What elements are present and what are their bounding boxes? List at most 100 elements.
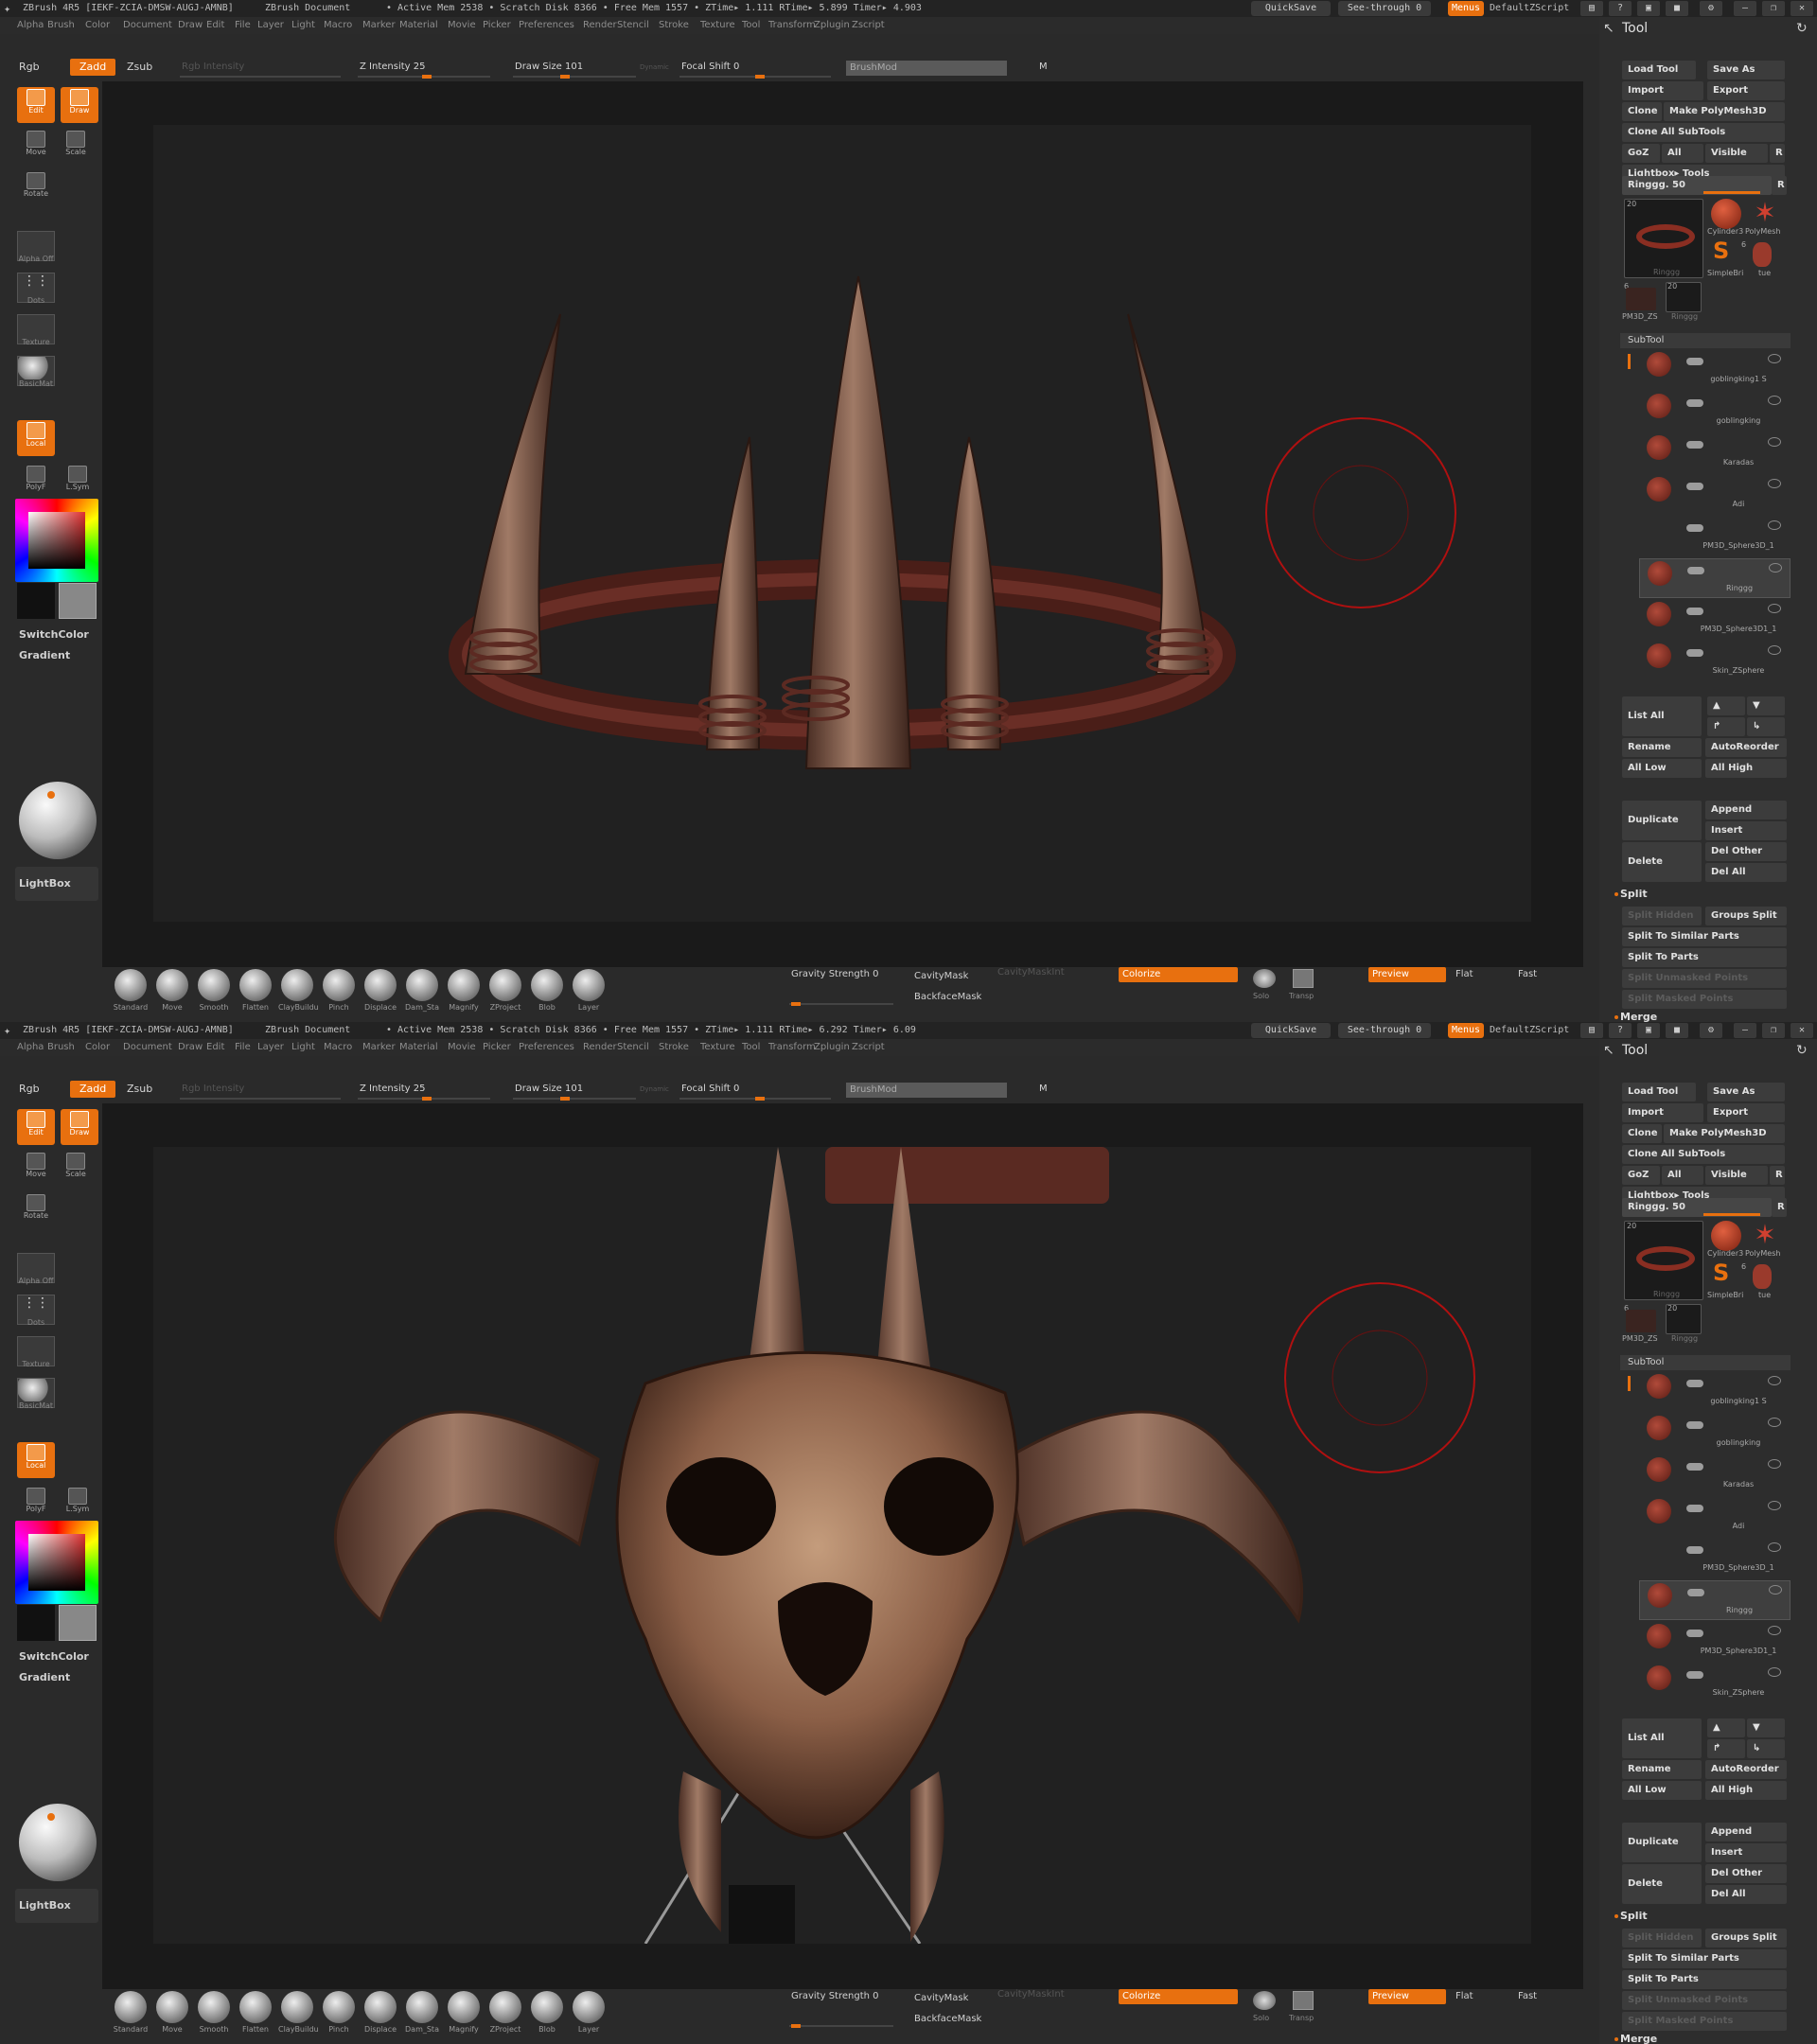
menus-toggle[interactable]: Menus (1448, 1, 1484, 16)
texture-picker[interactable]: Texture (17, 314, 55, 346)
transp-icon[interactable] (1293, 1991, 1314, 2010)
rotate-button[interactable]: Rotate (17, 170, 55, 206)
move-button[interactable]: Move (17, 1151, 55, 1187)
brush-blob[interactable]: Blob (528, 1989, 566, 2038)
backfacemask-button[interactable]: BackfaceMask (914, 2014, 981, 2024)
brush-standard[interactable]: Standard (112, 1989, 150, 2038)
menu-preferences[interactable]: Preferences (519, 17, 574, 34)
duplicate-button[interactable]: Duplicate (1622, 1823, 1702, 1862)
brush-magnify[interactable]: Magnify (445, 967, 483, 1016)
all-button[interactable]: All (1662, 144, 1703, 163)
eye-icon[interactable] (1768, 1626, 1781, 1635)
subtool-visibility-toggle[interactable] (1686, 524, 1703, 532)
layout-icon[interactable]: ▤ (1580, 1, 1603, 16)
move-to-bottom-icon[interactable]: ↳ (1747, 1739, 1785, 1758)
gravity-strength-slider[interactable]: Gravity Strength 0 (791, 969, 879, 979)
texture-picker[interactable]: Texture (17, 1336, 55, 1368)
autoreorder-button[interactable]: AutoReorder (1705, 738, 1787, 757)
brush-flatten[interactable]: Flatten (237, 1989, 274, 2038)
menu-edit[interactable]: Edit (206, 1039, 224, 1056)
subtool-visibility-toggle[interactable] (1687, 567, 1704, 574)
menu-transform[interactable]: Transform (768, 17, 816, 34)
subtool-visibility-toggle[interactable] (1687, 1589, 1704, 1596)
brush-layer[interactable]: Layer (570, 967, 608, 1016)
subtool-item[interactable]: Karadas (1639, 1455, 1791, 1495)
save-as-button[interactable]: Save As (1707, 1083, 1785, 1101)
zadd-button[interactable]: Zadd (70, 1081, 116, 1098)
menu-light[interactable]: Light (291, 1039, 315, 1056)
material-picker[interactable]: BasicMat (17, 356, 55, 388)
eye-icon[interactable] (1768, 645, 1781, 655)
secondary-color-swatch[interactable] (17, 1605, 55, 1641)
draw-button[interactable]: Draw (61, 87, 98, 123)
all-high-button[interactable]: All High (1705, 1781, 1787, 1800)
brush-move[interactable]: Move (153, 967, 191, 1016)
brush-zproject[interactable]: ZProject (486, 967, 524, 1016)
goz-button[interactable]: GoZ (1622, 144, 1660, 163)
polyframe-button[interactable]: PolyF (17, 464, 55, 500)
eye-icon[interactable] (1768, 1542, 1781, 1552)
color-picker[interactable] (15, 1521, 98, 1604)
subtool-item[interactable]: PM3D_Sphere3D_1 (1639, 517, 1791, 556)
lsym-button[interactable]: L.Sym (59, 464, 97, 500)
colorize-button[interactable]: Colorize (1119, 967, 1238, 982)
gradient-button[interactable]: Gradient (19, 649, 70, 661)
brush-standard[interactable]: Standard (112, 967, 150, 1016)
menu-render[interactable]: Render (583, 17, 617, 34)
split-unmasked-points-button[interactable]: Split Unmasked Points (1622, 969, 1787, 988)
scale-button[interactable]: Scale (57, 129, 95, 165)
solo-icon[interactable] (1253, 969, 1276, 988)
switchcolor-button[interactable]: SwitchColor (19, 628, 89, 641)
edit-button[interactable]: Edit (17, 1109, 55, 1145)
rotate-button[interactable]: Rotate (17, 1192, 55, 1228)
export-button[interactable]: Export (1707, 1103, 1785, 1122)
settings-icon[interactable]: ⚙ (1700, 1023, 1722, 1038)
light-position-dot[interactable] (47, 791, 55, 799)
cylinder-thumb-icon[interactable] (1711, 199, 1741, 229)
main-color-swatch[interactable] (59, 1605, 97, 1641)
menu-alpha[interactable]: Alpha (17, 1039, 44, 1056)
rename-button[interactable]: Rename (1622, 1760, 1702, 1779)
cavitymask-button[interactable]: CavityMask (914, 1993, 968, 2003)
menu-zscript[interactable]: Zscript (852, 1039, 885, 1056)
r-button[interactable]: R (1770, 1166, 1785, 1185)
brush-damsta[interactable]: Dam_Sta (403, 1989, 441, 2038)
eye-icon[interactable] (1768, 437, 1781, 447)
save-as-button[interactable]: Save As (1707, 61, 1785, 79)
list-all-button[interactable]: List All (1622, 1718, 1702, 1758)
stroke-picker[interactable]: ⋮⋮ Dots (17, 273, 55, 305)
menu-file[interactable]: File (235, 1039, 251, 1056)
insert-button[interactable]: Insert (1705, 1843, 1787, 1862)
menu-light[interactable]: Light (291, 17, 315, 34)
color-saturation-square[interactable] (28, 512, 85, 569)
pm3d-thumb-icon[interactable] (1626, 1310, 1656, 1332)
brush-smooth[interactable]: Smooth (195, 967, 233, 1016)
brush-pinch[interactable]: Pinch (320, 1989, 358, 2038)
move-up-arrow-icon[interactable]: ▲ (1707, 696, 1745, 715)
star-polymesh-icon[interactable]: ✶ (1751, 199, 1779, 227)
help-icon[interactable]: ? (1609, 1, 1632, 16)
split-similar-parts-button[interactable]: Split To Similar Parts (1622, 1949, 1787, 1968)
layout-icon[interactable]: ▤ (1580, 1023, 1603, 1038)
move-to-bottom-icon[interactable]: ↳ (1747, 717, 1785, 736)
transp-icon[interactable] (1293, 969, 1314, 988)
menu-stencil[interactable]: Stencil (617, 17, 649, 34)
visible-button[interactable]: Visible (1705, 1166, 1768, 1185)
tool-thumb-ringgg[interactable]: 20 Ringgg (1624, 1221, 1703, 1300)
menu-draw[interactable]: Draw (178, 17, 203, 34)
see-through-slider[interactable]: See-through 0 (1338, 1023, 1431, 1038)
help-icon[interactable]: ? (1609, 1023, 1632, 1038)
lightbox-button[interactable]: LightBox (15, 867, 98, 901)
scale-button[interactable]: Scale (57, 1151, 95, 1187)
settings-icon[interactable]: ⚙ (1700, 1, 1722, 16)
menu-layer[interactable]: Layer (257, 17, 284, 34)
split-hidden-button[interactable]: Split Hidden (1622, 1929, 1702, 1947)
split-masked-points-button[interactable]: Split Masked Points (1622, 990, 1787, 1009)
move-down-arrow-icon[interactable]: ▼ (1747, 1718, 1785, 1737)
dynamic-button[interactable]: Dynamic (640, 53, 669, 81)
menu-draw[interactable]: Draw (178, 1039, 203, 1056)
del-all-button[interactable]: Del All (1705, 863, 1787, 882)
brush-layer[interactable]: Layer (570, 1989, 608, 2038)
subtool-item[interactable]: PM3D_Sphere3D1_1 (1639, 600, 1791, 640)
tue-thumb-icon[interactable] (1753, 1264, 1772, 1289)
